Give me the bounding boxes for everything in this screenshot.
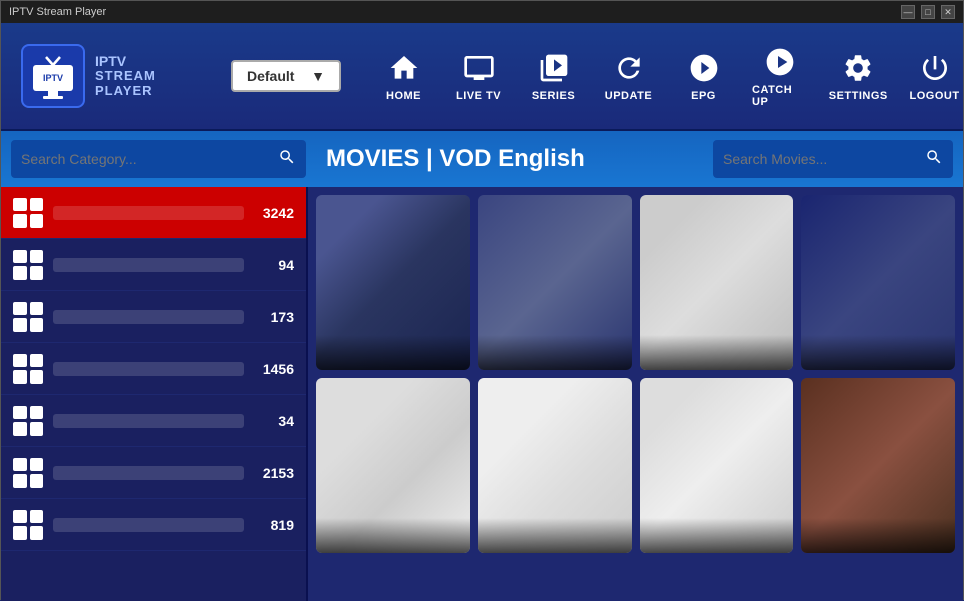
category-count-5: 2153 bbox=[254, 465, 294, 481]
window-controls: — □ ✕ bbox=[901, 5, 955, 19]
category-grid-icon-6 bbox=[13, 510, 43, 540]
title-bar: IPTV Stream Player — □ ✕ bbox=[1, 1, 963, 23]
category-grid-icon-4 bbox=[13, 406, 43, 436]
category-item-5[interactable]: 2153 bbox=[1, 447, 306, 499]
movie-card-1[interactable] bbox=[478, 195, 632, 370]
epg-icon bbox=[686, 50, 722, 86]
category-label-5 bbox=[53, 466, 244, 480]
logo-text: IPTV STREAMPLAYER bbox=[95, 54, 156, 98]
movies-search-input[interactable] bbox=[723, 151, 917, 167]
category-grid-icon-1 bbox=[13, 250, 43, 280]
category-grid-icon-3 bbox=[13, 354, 43, 384]
category-item-1[interactable]: 94 bbox=[1, 239, 306, 291]
category-item-3[interactable]: 1456 bbox=[1, 343, 306, 395]
category-count-2: 173 bbox=[254, 309, 294, 325]
series-icon bbox=[536, 50, 572, 86]
nav-update[interactable]: UPDATE bbox=[596, 46, 661, 106]
category-label-0 bbox=[53, 206, 244, 220]
power-icon bbox=[917, 50, 953, 86]
category-search-icon bbox=[278, 148, 296, 171]
category-count-3: 1456 bbox=[254, 361, 294, 377]
category-label-2 bbox=[53, 310, 244, 324]
logo-icon: IPTV bbox=[21, 44, 85, 108]
nav-series[interactable]: SERIES bbox=[521, 46, 586, 106]
category-count-0: 3242 bbox=[254, 205, 294, 221]
nav-logout[interactable]: LOGOUT bbox=[902, 46, 964, 106]
nav-livetv[interactable]: LIVE TV bbox=[446, 46, 511, 106]
update-icon bbox=[611, 50, 647, 86]
category-label-3 bbox=[53, 362, 244, 376]
nav-catchup[interactable]: CATCH UP bbox=[746, 40, 814, 112]
movie-card-7[interactable] bbox=[801, 378, 955, 553]
catchup-icon bbox=[762, 44, 798, 80]
category-search-box[interactable] bbox=[11, 140, 306, 178]
nav-bar: HOME LIVE TV SERIES UPDATE EPG bbox=[371, 40, 964, 112]
movies-grid bbox=[316, 195, 955, 553]
main-content: 3242 94 173 1456 bbox=[1, 187, 963, 601]
window-title: IPTV Stream Player bbox=[9, 6, 106, 18]
category-count-1: 94 bbox=[254, 257, 294, 273]
close-button[interactable]: ✕ bbox=[941, 5, 955, 19]
category-item-2[interactable]: 173 bbox=[1, 291, 306, 343]
movie-card-4[interactable] bbox=[316, 378, 470, 553]
category-label-1 bbox=[53, 258, 244, 272]
header: IPTV IPTV STREAMPLAYER Default ▼ HOME LI… bbox=[1, 23, 963, 131]
search-bar-area: MOVIES | VOD English bbox=[1, 131, 963, 187]
movie-card-2[interactable] bbox=[640, 195, 794, 370]
category-count-4: 34 bbox=[254, 413, 294, 429]
page-title: MOVIES | VOD English bbox=[316, 145, 703, 173]
movie-card-3[interactable] bbox=[801, 195, 955, 370]
tv-icon bbox=[461, 50, 497, 86]
category-label-4 bbox=[53, 414, 244, 428]
movie-card-5[interactable] bbox=[478, 378, 632, 553]
category-grid-icon-2 bbox=[13, 302, 43, 332]
category-grid-icon-0 bbox=[13, 198, 43, 228]
movies-grid-area bbox=[306, 187, 963, 601]
profile-dropdown[interactable]: Default ▼ bbox=[231, 60, 341, 92]
category-label-6 bbox=[53, 518, 244, 532]
minimize-button[interactable]: — bbox=[901, 5, 915, 19]
settings-icon bbox=[840, 50, 876, 86]
nav-epg[interactable]: EPG bbox=[671, 46, 736, 106]
category-grid-icon-5 bbox=[13, 458, 43, 488]
category-item-0[interactable]: 3242 bbox=[1, 187, 306, 239]
movie-card-6[interactable] bbox=[640, 378, 794, 553]
nav-settings[interactable]: SETTINGS bbox=[824, 46, 892, 106]
movies-search-icon bbox=[925, 148, 943, 171]
movies-search-box[interactable] bbox=[713, 140, 953, 178]
logo-svg: IPTV bbox=[28, 51, 78, 101]
category-search-input[interactable] bbox=[21, 151, 270, 167]
movie-card-0[interactable] bbox=[316, 195, 470, 370]
category-count-6: 819 bbox=[254, 517, 294, 533]
category-item-4[interactable]: 34 bbox=[1, 395, 306, 447]
svg-text:IPTV: IPTV bbox=[43, 73, 63, 83]
logo-area: IPTV IPTV STREAMPLAYER bbox=[21, 44, 201, 108]
category-sidebar: 3242 94 173 1456 bbox=[1, 187, 306, 601]
maximize-button[interactable]: □ bbox=[921, 5, 935, 19]
category-item-6[interactable]: 819 bbox=[1, 499, 306, 551]
logo-subtext: STREAMPLAYER bbox=[95, 69, 156, 98]
home-icon bbox=[386, 50, 422, 86]
nav-home[interactable]: HOME bbox=[371, 46, 436, 106]
